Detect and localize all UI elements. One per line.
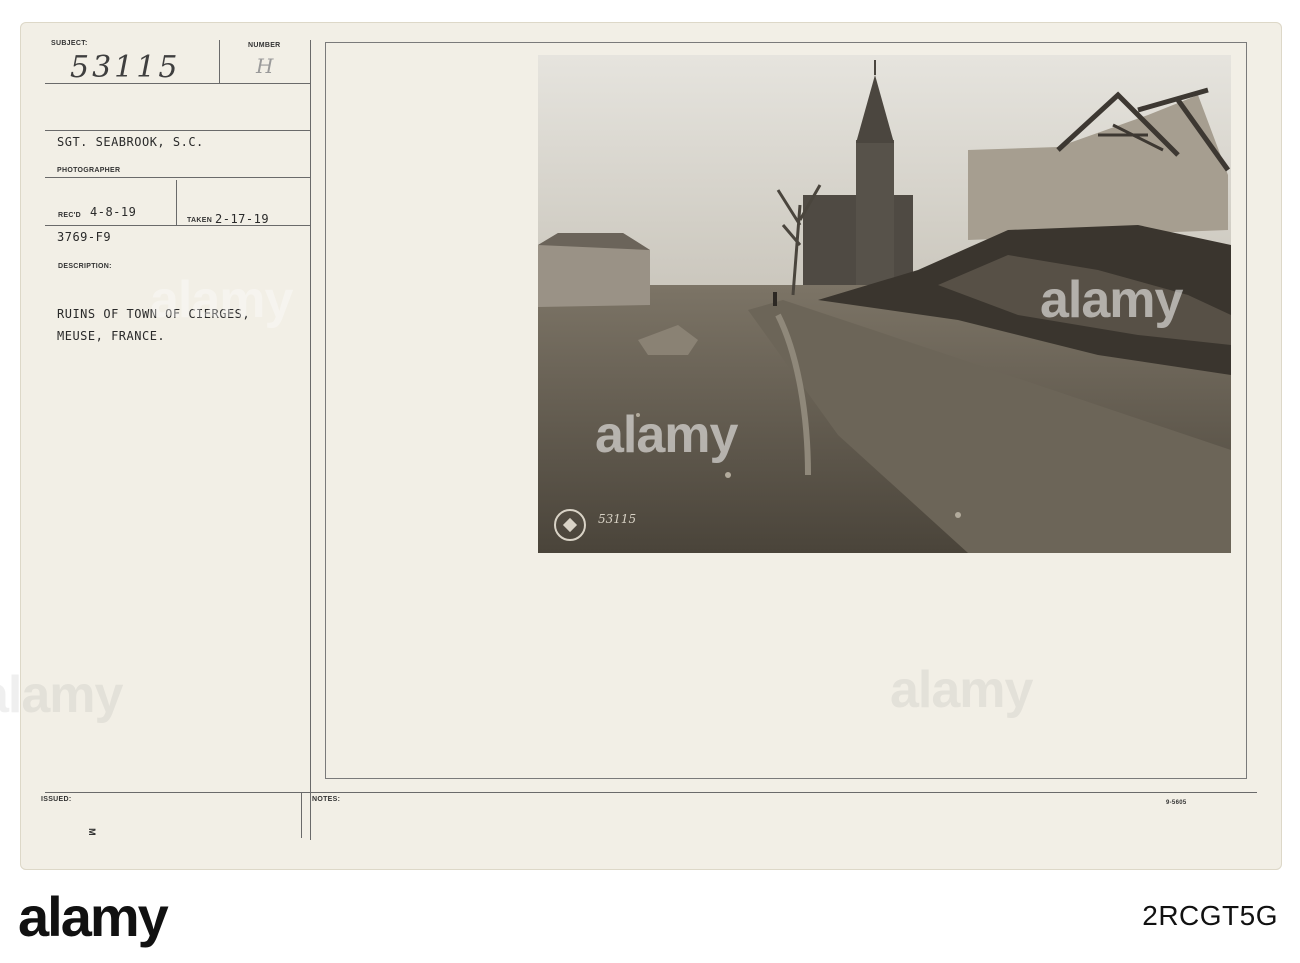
photographer-underline (45, 130, 310, 131)
description-line-2: MEUSE, FRANCE. (57, 329, 166, 343)
watermark-right: alamy (1040, 271, 1183, 329)
left-column-divider (310, 40, 311, 840)
stock-id: 2RCGT5G (1142, 900, 1278, 931)
watermark-center: alamy (595, 406, 738, 464)
description-label: DESCRIPTION: (58, 263, 112, 270)
footer-line (45, 792, 1257, 793)
margin-mark: M (86, 828, 97, 836)
taken-label: TAKEN (187, 217, 213, 224)
number-label: NUMBER (248, 42, 281, 49)
recd-label: REC'D (58, 212, 81, 219)
watermark-bottom-right: alamy (890, 661, 1033, 719)
taken-value: 2-17-19 (215, 212, 270, 226)
subject-label: SUBJECT: (51, 40, 88, 47)
subject-value: 53115 (70, 50, 181, 85)
notes-label: NOTES: (312, 796, 341, 803)
photographer-label-underline (45, 177, 310, 178)
watermark-bottom-left: alamy (0, 666, 123, 724)
issued-label: ISSUED: (41, 796, 72, 803)
dates-underline (45, 225, 310, 226)
watermark-left: alamy (150, 271, 293, 329)
photographer-label: PHOTOGRAPHER (57, 167, 121, 174)
form-number: 9-5605 (1166, 800, 1187, 806)
photographer-name: SGT. SEABROOK, S.C. (57, 135, 204, 149)
photo-stamp-number: 53115 (598, 512, 637, 526)
notes-divider (301, 792, 302, 838)
recd-taken-divider (176, 180, 177, 226)
reference-number: 3769-F9 (57, 230, 112, 244)
alamy-logo: alamy (18, 885, 169, 948)
subject-number-divider (219, 40, 220, 84)
number-value: H (256, 54, 274, 78)
stock-banner: alamy 2RCGT5G (0, 870, 1300, 963)
recd-value: 4-8-19 (90, 205, 137, 219)
